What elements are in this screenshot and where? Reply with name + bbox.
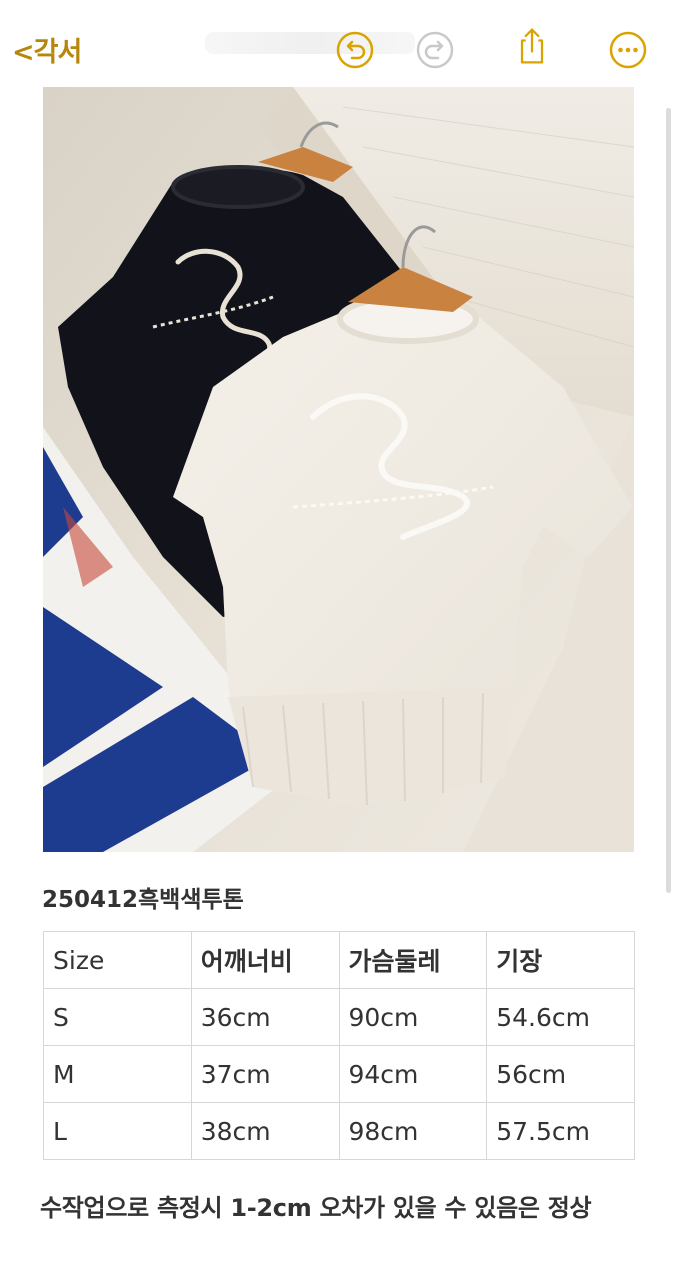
header-chest: 가슴둘레 (338, 931, 488, 989)
sweater-photo-illustration (43, 87, 634, 852)
undo-icon[interactable] (335, 30, 375, 70)
redo-icon[interactable] (415, 30, 455, 70)
table-row: S 36cm 90cm 54.6cm (43, 988, 635, 1046)
table-header-row: Size 어깨너비 가슴둘레 기장 (43, 931, 635, 989)
size-cell: S (43, 988, 192, 1046)
measurement-note: 수작업으로 측정시 1-2cm 오차가 있을 수 있음은 정상 (40, 1194, 592, 1222)
chest-cell: 98cm (338, 1102, 488, 1160)
header-size: Size (43, 931, 192, 989)
size-table: Size 어깨너비 가슴둘레 기장 S 36cm 90cm 54.6cm M 3… (43, 931, 635, 1160)
header-length: 기장 (486, 931, 635, 989)
shoulder-cell: 36cm (190, 988, 340, 1046)
header-shoulder-width: 어깨너비 (190, 931, 340, 989)
size-cell: M (43, 1045, 192, 1103)
top-toolbar: <각서 (0, 0, 678, 90)
share-icon[interactable] (512, 26, 552, 66)
length-cell: 54.6cm (486, 988, 635, 1046)
toolbar-title-placeholder (205, 32, 415, 54)
scrollbar[interactable] (666, 108, 671, 893)
size-cell: L (43, 1102, 192, 1160)
shoulder-cell: 38cm (190, 1102, 340, 1160)
product-title: 250412흑백색투톤 (42, 887, 244, 913)
more-icon[interactable] (608, 30, 648, 70)
back-button[interactable]: <각서 (12, 30, 82, 69)
chest-cell: 94cm (338, 1045, 488, 1103)
length-cell: 57.5cm (486, 1102, 635, 1160)
shoulder-cell: 37cm (190, 1045, 340, 1103)
table-row: L 38cm 98cm 57.5cm (43, 1102, 635, 1160)
product-photo (43, 87, 634, 852)
chest-cell: 90cm (338, 988, 488, 1046)
table-row: M 37cm 94cm 56cm (43, 1045, 635, 1103)
length-cell: 56cm (486, 1045, 635, 1103)
